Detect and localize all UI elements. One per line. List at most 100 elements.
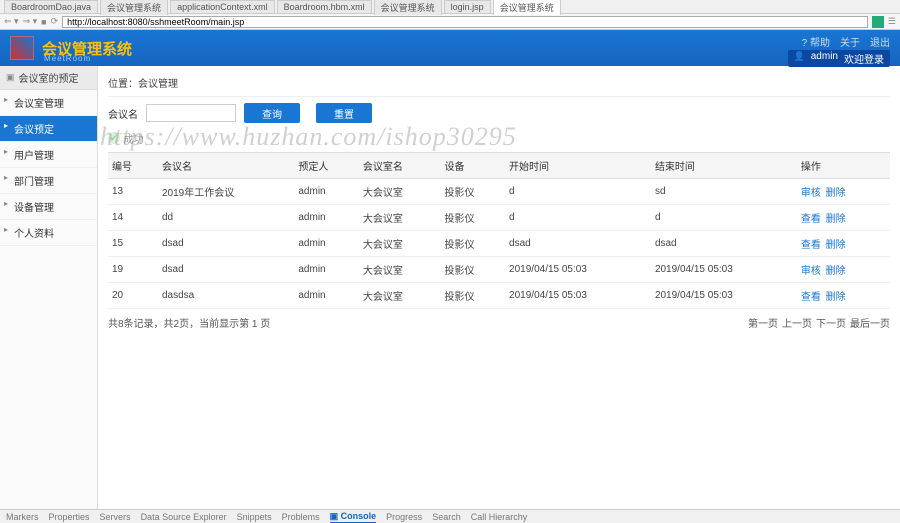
cell: admin (294, 257, 359, 283)
cell: dsad (651, 231, 797, 257)
sidebar: 会议室的预定 会议室管理会议预定用户管理部门管理设备管理个人资料 (0, 66, 98, 509)
bottom-tab[interactable]: Markers (6, 512, 39, 522)
sidebar-item[interactable]: 会议室管理 (0, 90, 97, 116)
delete-link[interactable]: 删除 (826, 214, 846, 225)
sidebar-item[interactable]: 会议预定 (0, 116, 97, 142)
nav-refresh-icon[interactable]: ⟳ (51, 16, 59, 27)
cell: 2019/04/15 05:03 (651, 257, 797, 283)
sidebar-item[interactable]: 用户管理 (0, 142, 97, 168)
col-header: 预定人 (294, 153, 359, 179)
action-link[interactable]: 查看 (801, 292, 821, 303)
col-header: 设备 (440, 153, 505, 179)
pager-link[interactable]: 上一页 (782, 319, 812, 330)
cell: 大会议室 (359, 257, 441, 283)
sidebar-item[interactable]: 设备管理 (0, 194, 97, 220)
cell: admin (294, 179, 359, 205)
sidebar-item[interactable]: 部门管理 (0, 168, 97, 194)
action-link[interactable]: 查看 (801, 240, 821, 251)
cell: 大会议室 (359, 179, 441, 205)
cell: 投影仪 (440, 231, 505, 257)
cell: dasdsa (158, 283, 294, 309)
bottom-tab[interactable]: Properties (49, 512, 90, 522)
reset-button[interactable]: 重置 (316, 103, 372, 123)
bottom-tab[interactable]: Data Source Explorer (141, 512, 227, 522)
nav-fwd-icon[interactable]: ⇒ ▾ (23, 16, 38, 27)
url-input[interactable] (62, 16, 868, 28)
cell: 投影仪 (440, 179, 505, 205)
cell: admin (294, 283, 359, 309)
bottom-tab[interactable]: Servers (100, 512, 131, 522)
cell: admin (294, 205, 359, 231)
ide-tab[interactable]: 会议管理系统 (493, 0, 561, 15)
ide-tab[interactable]: BoardroomDao.java (4, 0, 98, 13)
cell: 14 (108, 205, 158, 231)
delete-link[interactable]: 删除 (826, 240, 846, 251)
cell: 2019/04/15 05:03 (505, 283, 651, 309)
nav-stop-icon[interactable]: ■ (41, 17, 46, 27)
ide-bottom-bar: Markers Properties Servers Data Source Expl… (0, 509, 900, 523)
table-row: 132019年工作会议admin大会议室投影仪dsd审核 删除 (108, 179, 890, 205)
ide-tab[interactable]: applicationContext.xml (170, 0, 275, 13)
ide-tab[interactable]: Boardroom.hbm.xml (277, 0, 372, 13)
user-badge[interactable]: admin 欢迎登录 (788, 50, 890, 67)
action-link[interactable]: 审核 (801, 266, 821, 277)
nav-back-icon[interactable]: ⇐ ▾ (4, 16, 19, 27)
sidebar-item[interactable]: 个人资料 (0, 220, 97, 246)
cell: 15 (108, 231, 158, 257)
cell: admin (294, 231, 359, 257)
sidebar-heading: 会议室的预定 (0, 66, 97, 90)
meeting-table: 编号会议名预定人会议室名设备开始时间结束时间操作 132019年工作会议admi… (108, 152, 890, 309)
about-link[interactable]: 关于 (840, 34, 860, 49)
ide-tab[interactable]: 会议管理系统 (100, 0, 168, 15)
bottom-tab[interactable]: Snippets (237, 512, 272, 522)
table-row: 19dsadadmin大会议室投影仪2019/04/15 05:032019/0… (108, 257, 890, 283)
user-name: admin (811, 51, 838, 66)
cell: 大会议室 (359, 283, 441, 309)
cell: d (651, 205, 797, 231)
pager-link[interactable]: 下一页 (816, 319, 846, 330)
action-cell: 查看 删除 (797, 205, 890, 231)
bottom-tab[interactable]: Call Hierarchy (471, 512, 528, 522)
cell: 19 (108, 257, 158, 283)
action-cell: 审核 删除 (797, 257, 890, 283)
table-row: 14ddadmin大会议室投影仪dd查看 删除 (108, 205, 890, 231)
bottom-tab[interactable]: Progress (386, 512, 422, 522)
cell: 2019/04/15 05:03 (651, 283, 797, 309)
go-button[interactable] (872, 16, 884, 28)
query-button[interactable]: 查询 (244, 103, 300, 123)
breadcrumb: 位置：会议管理 (108, 72, 890, 97)
bottom-tab[interactable]: Search (432, 512, 461, 522)
pager-link[interactable]: 第一页 (748, 319, 778, 330)
ide-tab[interactable]: login.jsp (444, 0, 491, 13)
bottom-tab[interactable]: ▣ Console (330, 511, 377, 523)
cell: 2019年工作会议 (158, 179, 294, 205)
cell: dsad (158, 231, 294, 257)
search-input[interactable] (146, 104, 236, 122)
welcome-text: 欢迎登录 (844, 51, 884, 66)
delete-link[interactable]: 删除 (826, 188, 846, 199)
delete-link[interactable]: 删除 (826, 292, 846, 303)
cell: sd (651, 179, 797, 205)
app-logo-icon (10, 36, 34, 60)
pager-link[interactable]: 最后一页 (850, 319, 890, 330)
cell: dd (158, 205, 294, 231)
action-link[interactable]: 审核 (801, 188, 821, 199)
search-label: 会议名 (108, 106, 138, 121)
app-subtitle: MeetRoom (44, 54, 91, 63)
help-link[interactable]: 帮助 (802, 34, 830, 49)
cell: 2019/04/15 05:03 (505, 257, 651, 283)
cell: 投影仪 (440, 283, 505, 309)
cell: dsad (158, 257, 294, 283)
logout-link[interactable]: 退出 (870, 34, 890, 49)
cell: dsad (505, 231, 651, 257)
bottom-tab[interactable]: Problems (282, 512, 320, 522)
action-link[interactable]: 查看 (801, 214, 821, 225)
action-cell: 审核 删除 (797, 179, 890, 205)
pager-info: 共8条记录，共2页，当前显示第 1 页 (108, 315, 270, 330)
ide-tab[interactable]: 会议管理系统 (374, 0, 442, 15)
pager: 共8条记录，共2页，当前显示第 1 页 第一页上一页下一页最后一页 (108, 315, 890, 330)
cell: d (505, 205, 651, 231)
col-header: 编号 (108, 153, 158, 179)
addr-menu-icon[interactable]: ☰ (888, 16, 896, 27)
delete-link[interactable]: 删除 (826, 266, 846, 277)
